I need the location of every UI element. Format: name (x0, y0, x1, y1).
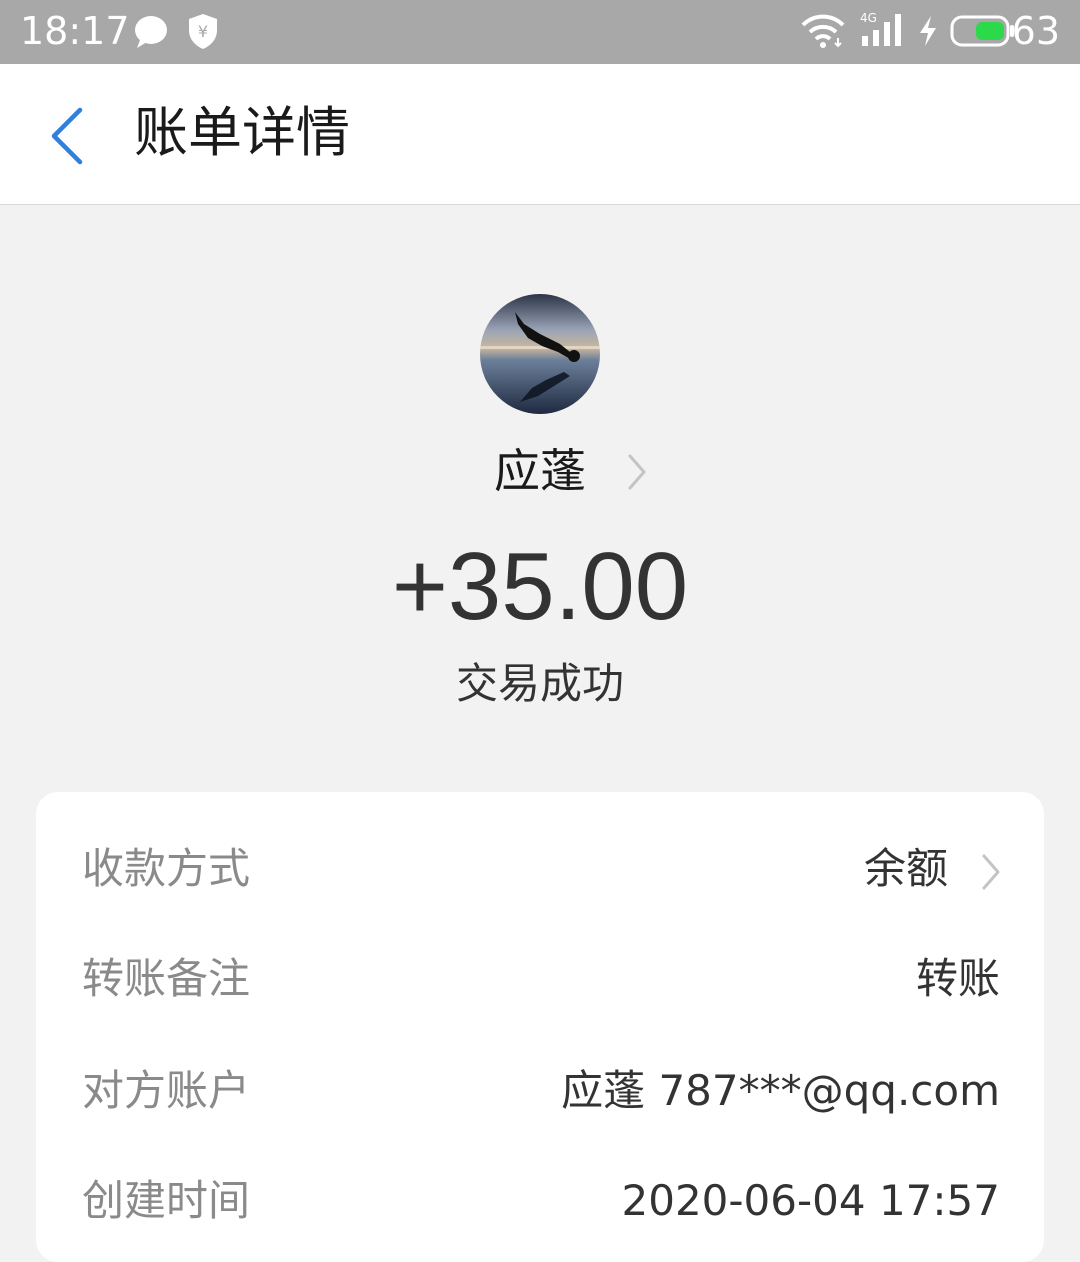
detail-label: 转账备注 (82, 954, 251, 1003)
payer-avatar[interactable] (480, 294, 600, 414)
details-card: 收款方式 余额 转账备注 转账 对方账户 应蓬 787***@qq.com 创建… (36, 792, 1044, 1262)
detail-value: 应蓬 787***@qq.com (561, 1066, 1000, 1115)
network-type-label: 4G (860, 11, 877, 25)
detail-row-counterparty-account: 对方账户 应蓬 787***@qq.com (36, 1036, 1044, 1146)
battery-icon (950, 15, 1014, 47)
message-icon (135, 16, 167, 48)
chevron-right-icon (628, 454, 646, 490)
avatar-image (480, 294, 600, 414)
detail-label: 创建时间 (82, 1176, 251, 1225)
back-button[interactable] (40, 100, 100, 170)
detail-value: 余额 (863, 844, 948, 893)
detail-value: 2020-06-04 17:57 (621, 1176, 1000, 1225)
battery-percentage: 63 (1011, 9, 1060, 53)
detail-label: 对方账户 (82, 1066, 251, 1115)
wifi-icon (801, 14, 845, 48)
nav-bar: 账单详情 (0, 64, 1080, 205)
transaction-amount: +35.00 (391, 533, 689, 640)
payer-name: 应蓬 (494, 444, 586, 498)
detail-value: 转账 (915, 954, 1000, 1003)
detail-label: 收款方式 (82, 844, 251, 893)
transaction-status: 交易成功 (455, 659, 624, 708)
shield-icon: ¥ (189, 14, 217, 49)
svg-text:¥: ¥ (198, 22, 208, 41)
chevron-right-icon (982, 854, 1000, 890)
detail-row-payment-method[interactable]: 收款方式 余额 (36, 814, 1044, 924)
back-arrow-icon (51, 107, 83, 165)
payer-row[interactable]: 应蓬 (0, 436, 1080, 506)
detail-row-transfer-note: 转账备注 转账 (36, 924, 1044, 1034)
status-bar: 18:17 ¥ 4G 63 (0, 0, 1080, 64)
detail-row-created-time: 创建时间 2020-06-04 17:57 (36, 1146, 1044, 1256)
status-time: 18:17 (20, 9, 130, 53)
charging-icon (920, 16, 936, 46)
page-title: 账单详情 (134, 101, 350, 164)
signal-icon: 4G (860, 11, 901, 46)
